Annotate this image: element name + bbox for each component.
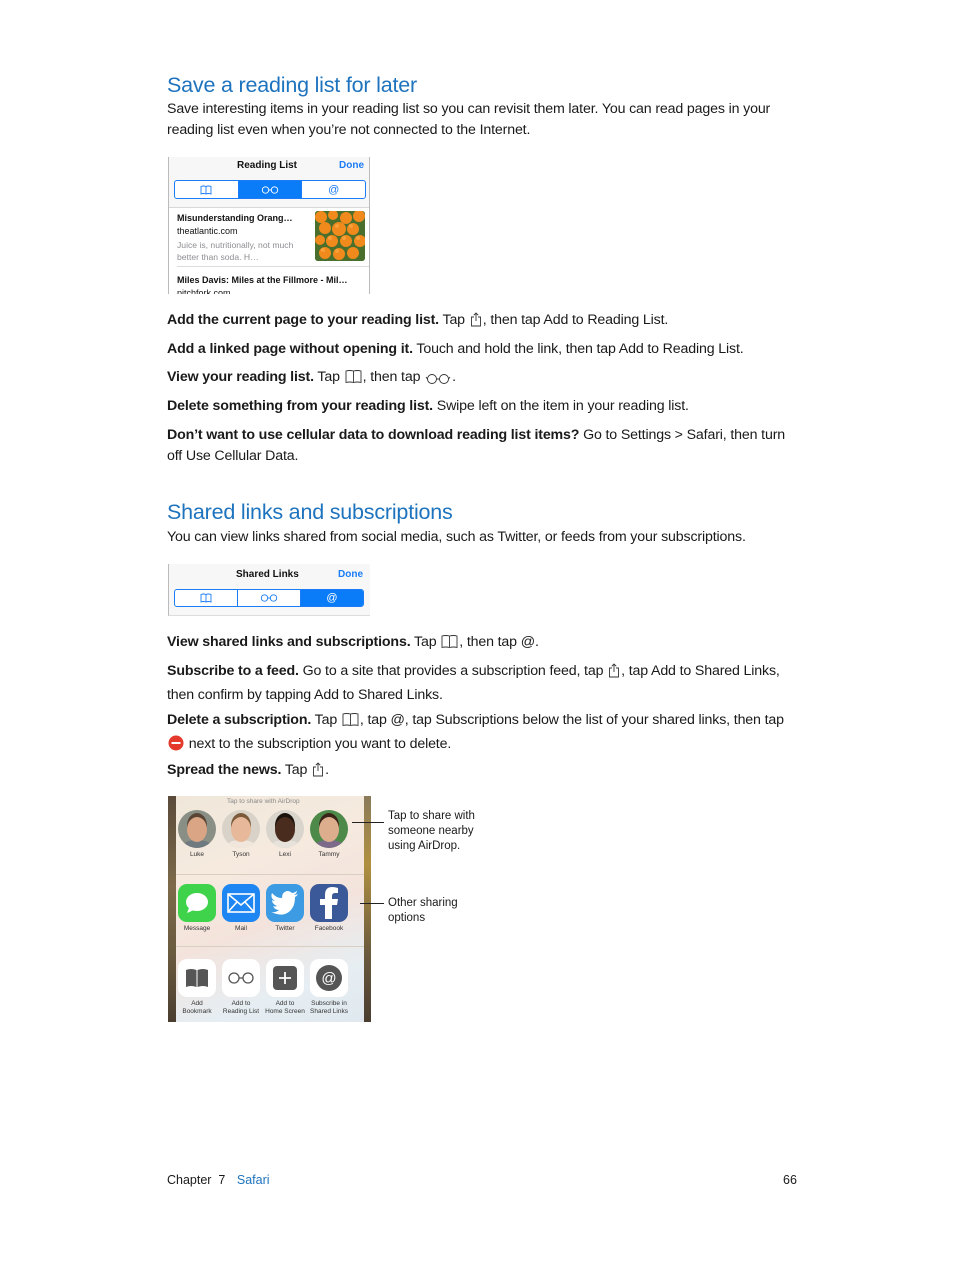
- app-label: Facebook: [314, 925, 344, 932]
- airdrop-avatar[interactable]: [310, 810, 348, 848]
- oranges-image: [315, 211, 365, 261]
- app-label: Mail: [235, 925, 247, 932]
- app-label: Message: [183, 925, 211, 932]
- callout-line-sharing: [360, 903, 384, 904]
- book-icon: [345, 369, 362, 391]
- footer-chapter: Chapter 7 Safari: [167, 1173, 270, 1187]
- bookmark-icon[interactable]: [178, 959, 216, 997]
- segment-shared-links[interactable]: @: [301, 590, 363, 606]
- book-icon: [200, 185, 212, 195]
- shared-links-screenshot: Shared Links Done @: [168, 564, 370, 616]
- section-intro-reading-list: Save interesting items in your reading l…: [167, 101, 771, 138]
- action-label: Add to Reading List: [222, 1000, 260, 1015]
- at-icon[interactable]: @: [310, 959, 348, 997]
- section-heading-shared-links: Shared links and subscriptions: [167, 500, 453, 524]
- page-number: 66: [783, 1173, 797, 1187]
- callout-line-airdrop: [352, 822, 384, 823]
- book-icon: [200, 593, 212, 603]
- callout-airdrop: Tap to share with someone nearby using A…: [388, 810, 475, 852]
- item-title: Miles Davis: Miles at the Fillmore - Mil…: [177, 275, 348, 285]
- item-site: theatlantic.com: [177, 226, 238, 236]
- app-label: Twitter: [275, 925, 295, 932]
- airdrop-label: Tap to share with AirDrop: [227, 798, 300, 805]
- tip-view-reading-list: View your reading list. Tap , then tap .: [167, 367, 792, 391]
- divider: [177, 266, 369, 267]
- mail-icon[interactable]: [222, 884, 260, 922]
- glasses-icon: [260, 594, 278, 602]
- svg-text:@: @: [321, 970, 336, 987]
- segment-reading-list[interactable]: [238, 590, 301, 606]
- book-icon: [342, 712, 359, 734]
- segmented-control: @: [174, 589, 364, 607]
- airdrop-avatar[interactable]: [222, 810, 260, 848]
- airdrop-avatar[interactable]: [178, 810, 216, 848]
- nav-title: Reading List: [237, 160, 298, 171]
- tip-cellular-data: Don’t want to use cellular data to downl…: [167, 427, 786, 464]
- section-heading-reading-list: Save a reading list for later: [167, 73, 417, 97]
- glasses-icon[interactable]: [222, 959, 260, 997]
- done-button[interactable]: Done: [339, 160, 364, 171]
- message-icon[interactable]: [178, 884, 216, 922]
- segment-bookmarks[interactable]: [175, 590, 238, 606]
- at-icon: @: [326, 592, 338, 604]
- share-icon: [470, 312, 482, 334]
- share-sheet-screenshot: Tap to share with AirDrop Luke Tyson Lexi T…: [168, 796, 371, 1022]
- delete-minus-icon: [168, 735, 184, 758]
- item-description: Juice is, nutritionally, not much better…: [177, 240, 294, 262]
- tip-add-linked-page: Add a linked page without opening it. To…: [167, 341, 744, 357]
- segment-bookmarks[interactable]: [175, 181, 239, 198]
- action-label: Add Bookmark: [182, 1000, 212, 1015]
- divider: [176, 874, 364, 875]
- action-label: Add to Home Screen: [265, 1000, 305, 1015]
- callout-other-sharing: Other sharing options: [388, 897, 458, 924]
- glasses-icon: [261, 185, 279, 194]
- twitter-icon[interactable]: [266, 884, 304, 922]
- section-intro-shared-links: You can view links shared from social me…: [167, 529, 746, 545]
- airdrop-person-name: Tammy: [318, 851, 340, 858]
- background-edge-left: [168, 796, 176, 1022]
- facebook-icon[interactable]: [310, 884, 348, 922]
- tip-delete-item: Delete something from your reading list.…: [167, 398, 689, 414]
- airdrop-person-name: Luke: [189, 851, 205, 858]
- item-site: pitchfork.com: [177, 288, 231, 294]
- background-edge-right: [364, 796, 371, 1022]
- airdrop-person-name: Tyson: [232, 851, 250, 858]
- share-icon: [312, 762, 324, 784]
- chapter-label: Chapter 7: [167, 1173, 226, 1187]
- book-icon: [441, 634, 458, 656]
- divider: [176, 946, 364, 947]
- at-icon: @: [328, 183, 340, 196]
- glasses-icon: [425, 370, 451, 391]
- tip-delete-subscription: Delete a subscription. Tap , tap @, tap …: [167, 710, 792, 757]
- airdrop-person-name: Lexi: [279, 851, 291, 858]
- segmented-control: @: [174, 180, 366, 199]
- oranges-thumbnail: [315, 211, 365, 261]
- item-title: Misunderstanding Orang…: [177, 213, 293, 223]
- tip-add-current-page: Add the current page to your reading lis…: [167, 310, 792, 334]
- reading-list: Misunderstanding Orang… theatlantic.com …: [169, 207, 369, 294]
- action-label: Subscribe in Shared Links: [310, 1000, 348, 1015]
- nav-title: Shared Links: [236, 569, 299, 580]
- plus-icon[interactable]: [266, 959, 304, 997]
- tip-spread-news: Spread the news. Tap .: [167, 760, 792, 784]
- tip-subscribe-feed: Subscribe to a feed. Go to a site that p…: [167, 663, 780, 703]
- tip-view-shared-links: View shared links and subscriptions. Tap…: [167, 632, 792, 656]
- airdrop-avatar[interactable]: [266, 810, 304, 848]
- reading-list-screenshot: Reading List Done @ Misunderstanding Ora…: [168, 157, 370, 294]
- chapter-link[interactable]: Safari: [237, 1173, 270, 1187]
- done-button[interactable]: Done: [338, 569, 363, 580]
- share-icon: [608, 663, 620, 685]
- segment-shared-links[interactable]: @: [302, 181, 365, 198]
- segment-reading-list[interactable]: [238, 181, 303, 198]
